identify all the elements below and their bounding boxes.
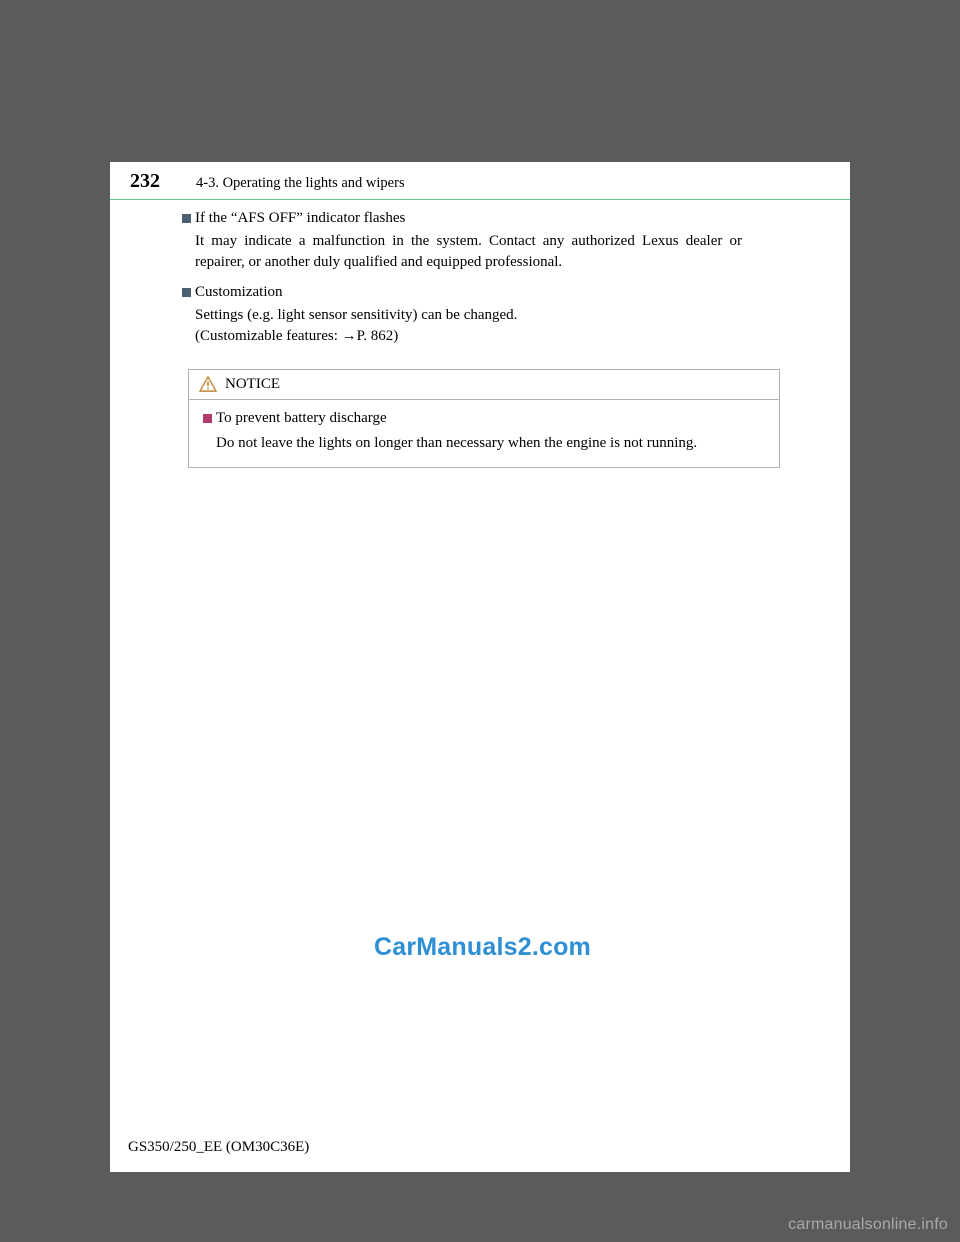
square-bullet-icon — [203, 414, 212, 423]
notice-label: NOTICE — [225, 376, 280, 393]
watermark-footer: carmanualsonline.info — [788, 1216, 948, 1234]
section-title: 4-3. Operating the lights and wipers — [196, 175, 405, 192]
body-line-post: P. 862) — [357, 328, 399, 344]
watermark-center: CarManuals2.com — [374, 933, 591, 962]
manual-page: 232 4-3. Operating the lights and wipers… — [110, 162, 850, 1172]
notice-header: NOTICE — [189, 370, 779, 400]
notice-item-body: Do not leave the lights on longer than n… — [216, 433, 765, 453]
item-heading-text: If the “AFS OFF” indicator flashes — [195, 210, 405, 227]
item-body: It may indicate a malfunction in the sys… — [195, 231, 742, 272]
item-heading: If the “AFS OFF” indicator flashes — [182, 210, 742, 227]
notice-box: NOTICE To prevent battery discharge Do n… — [188, 369, 780, 468]
document-code: GS350/250_EE (OM30C36E) — [128, 1139, 309, 1156]
arrow-icon: → — [342, 327, 357, 344]
notice-item-heading: To prevent battery discharge — [203, 410, 765, 427]
notice-item-heading-text: To prevent battery discharge — [216, 410, 387, 427]
warning-triangle-icon — [199, 376, 217, 392]
info-item-customization: Customization Settings (e.g. light senso… — [182, 284, 742, 346]
page-header: 232 4-3. Operating the lights and wipers — [110, 162, 850, 193]
item-heading: Customization — [182, 284, 742, 301]
page-number: 232 — [130, 170, 160, 193]
square-bullet-icon — [182, 214, 191, 223]
item-body: Settings (e.g. light sensor sensitivity)… — [195, 305, 742, 346]
item-heading-text: Customization — [195, 284, 283, 301]
body-line: Settings (e.g. light sensor sensitivity)… — [195, 307, 517, 323]
content-area: If the “AFS OFF” indicator flashes It ma… — [110, 200, 850, 347]
notice-body: To prevent battery discharge Do not leav… — [189, 400, 779, 467]
info-item-afs-off: If the “AFS OFF” indicator flashes It ma… — [182, 210, 742, 272]
square-bullet-icon — [182, 288, 191, 297]
body-line-pre: (Customizable features: — [195, 328, 342, 344]
